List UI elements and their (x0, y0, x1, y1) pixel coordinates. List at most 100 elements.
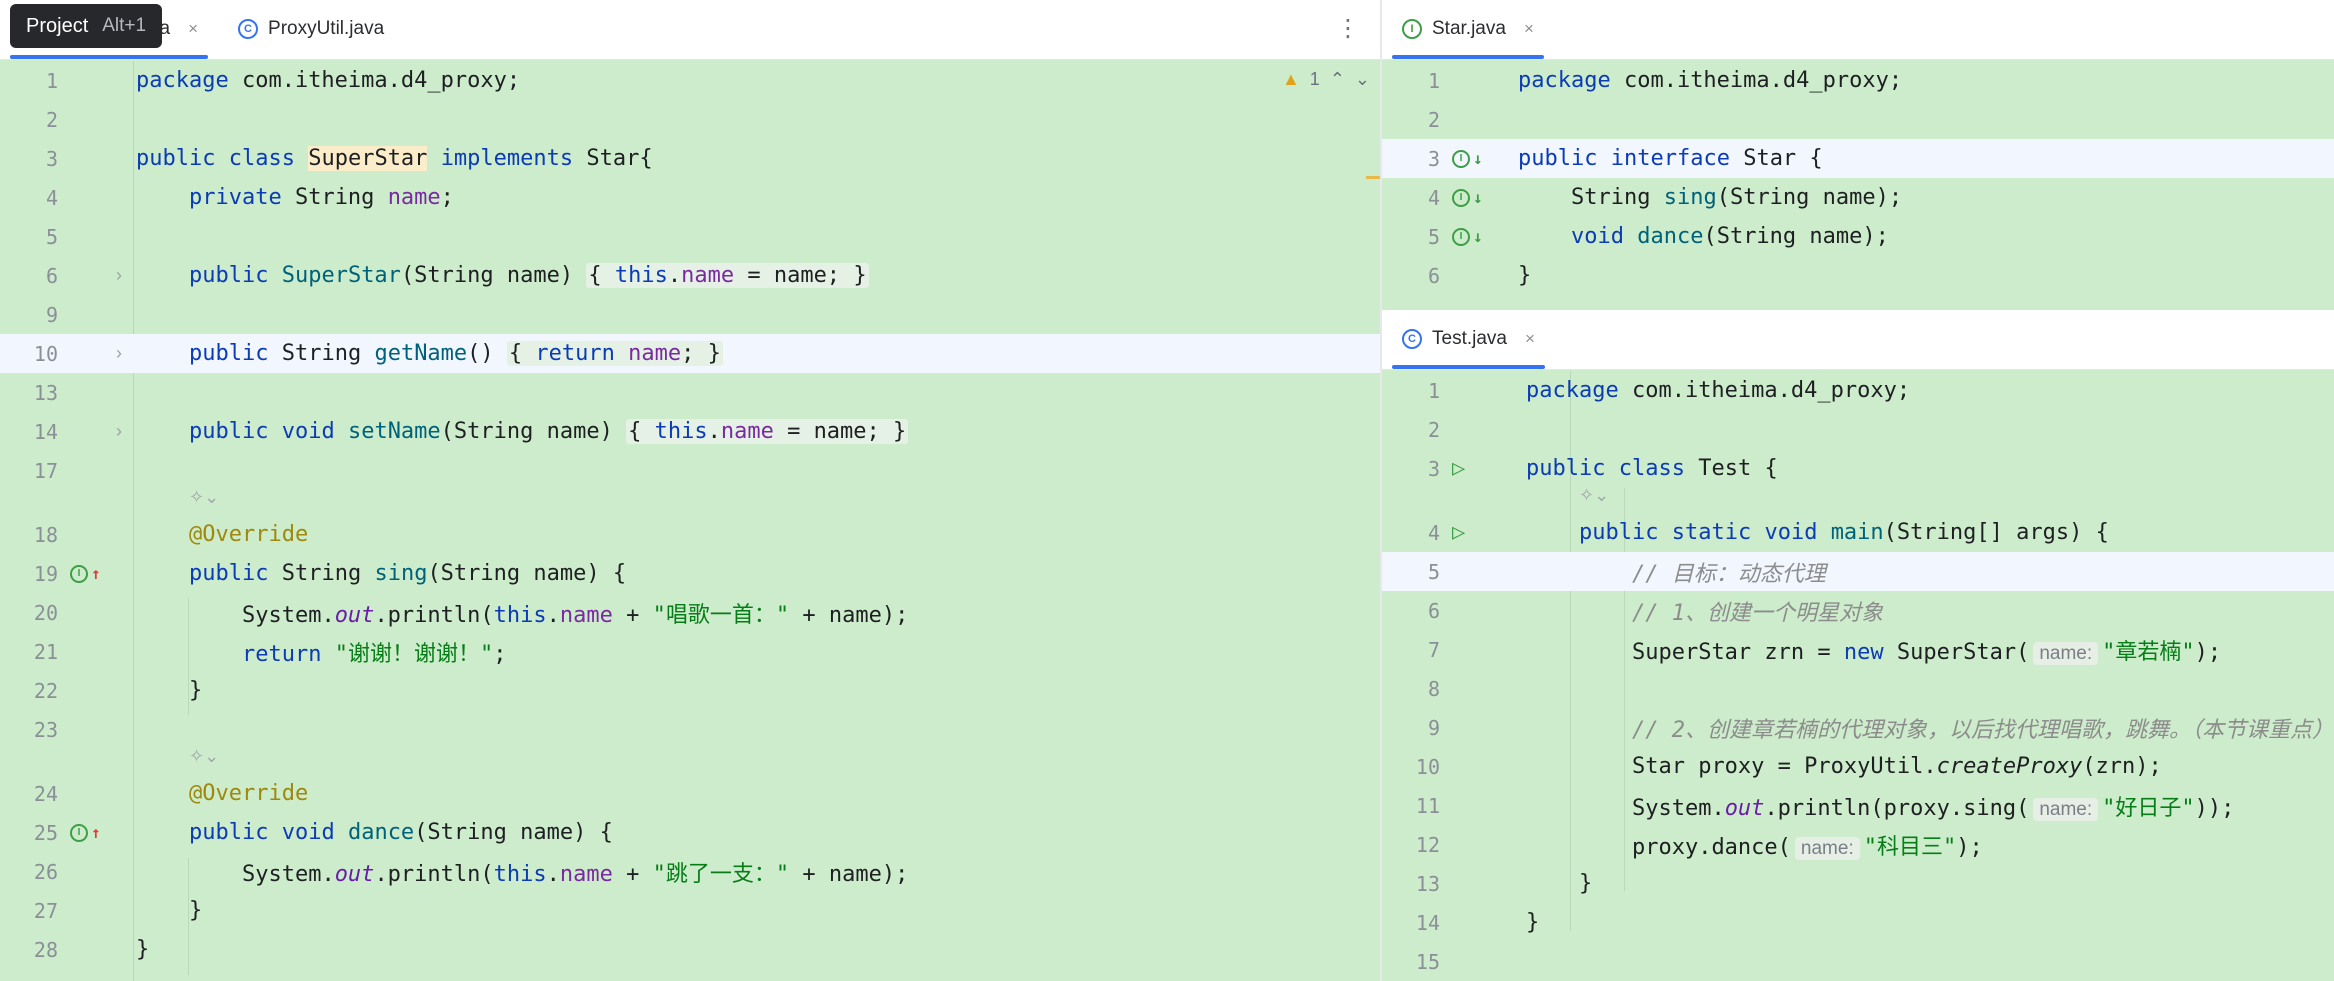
code-editor-star[interactable]: 1 package com.itheima.d4_proxy; 2 3 I ↓ p… (1382, 61, 2334, 310)
code-text: (String name); (1703, 224, 1889, 249)
code-text: . (667, 263, 682, 288)
code-line[interactable]: 19 I ↑ public String sing(String name) { (0, 554, 1380, 593)
editor-pane-superstar[interactable]: va × C ProxyUtil.java ⋮ Project Alt+1 ▲ … (0, 0, 1382, 981)
code-line[interactable]: 8 (1382, 669, 2334, 708)
field: name (387, 185, 441, 210)
ai-assistant-icon[interactable]: ✧⌄ (1579, 485, 1609, 505)
fold-chevron-icon[interactable]: › (116, 421, 122, 442)
close-icon[interactable]: × (1524, 19, 1534, 39)
code-line[interactable]: 1 package com.itheima.d4_proxy; (1382, 371, 2334, 410)
code-line[interactable]: 5 (0, 217, 1380, 256)
code-line[interactable]: 5 I ↓ void dance(String name); (1382, 217, 2334, 256)
code-line[interactable]: 6 } (1382, 256, 2334, 295)
code-line[interactable]: 13 (0, 373, 1380, 412)
fold-chevron-icon[interactable]: › (116, 343, 122, 364)
code-line[interactable]: 4 I ↓ String sing(String name); (1382, 178, 2334, 217)
code-line[interactable]: 11 System.out.println(proxy.sing(name: "好… (1382, 786, 2334, 825)
implemented-icon[interactable]: I (1452, 149, 1470, 168)
code-line[interactable]: 9 // 2、创建章若楠的代理对象，以后找代理唱歌，跳舞。（本节课重点） (1382, 708, 2334, 747)
code-editor-left[interactable]: ▲ 1 ⌃ ⌄ 1 package com.itheima.d4_proxy; … (0, 61, 1380, 981)
tab-star[interactable]: I Star.java × (1382, 0, 1554, 59)
code-line[interactable]: 2 (0, 100, 1380, 139)
more-options-icon[interactable]: ⋮ (1336, 14, 1360, 43)
method-name: sing (1663, 185, 1717, 210)
editor-tabbar-star: I Star.java × (1382, 0, 2334, 60)
code-text: . (546, 602, 560, 628)
code-line[interactable]: 13 } (1382, 864, 2334, 903)
code-text: { (599, 820, 613, 845)
line-number: 1 (1427, 378, 1440, 403)
field: name (720, 419, 774, 444)
close-icon[interactable]: × (1525, 329, 1535, 349)
fold-chevron-icon[interactable]: › (116, 265, 122, 286)
line-number: 11 (1415, 793, 1440, 818)
code-line-current[interactable]: 5 // 目标：动态代理 (1382, 552, 2334, 591)
code-line-current[interactable]: 10 › public String getName() { return na… (0, 334, 1380, 373)
run-icon[interactable]: ▷ (1452, 520, 1465, 545)
folded-region[interactable]: { return name; } (506, 341, 723, 366)
line-number: 20 (33, 600, 58, 625)
code-line[interactable]: 24 @Override (0, 774, 1380, 813)
code-line[interactable]: 27 } (0, 891, 1380, 930)
code-line[interactable]: 25 I ↑ public void dance(String name) { (0, 813, 1380, 852)
code-text: Test { (1684, 456, 1778, 481)
code-line[interactable]: 3 public class SuperStar implements Star… (0, 139, 1380, 178)
ai-assistant-icon[interactable]: ✧⌄ (189, 487, 219, 507)
keyword: package (1526, 378, 1619, 403)
code-line[interactable]: 26 System.out.println(this.name + "跳了一支：… (0, 852, 1380, 891)
code-text: (String name) (414, 820, 600, 845)
implements-method-icon[interactable]: I (70, 823, 88, 842)
package-name: com.itheima.d4_proxy; (1618, 378, 1911, 403)
implements-method-icon[interactable]: I (70, 564, 88, 583)
tab-test[interactable]: C Test.java × (1382, 310, 1555, 369)
string-literal: "科目三" (1863, 834, 1957, 860)
line-number: 10 (1415, 754, 1440, 779)
run-icon[interactable]: ▷ (1452, 456, 1465, 481)
code-line[interactable]: 4 ▷ public static void main(String[] arg… (1382, 513, 2334, 552)
field: name (559, 602, 613, 628)
code-line[interactable]: 2 (1382, 100, 2334, 139)
code-line[interactable]: 7 SuperStar zrn = new SuperStar(name: "章若… (1382, 630, 2334, 669)
keyword: public (188, 341, 269, 366)
code-line[interactable]: 6 › public SuperStar(String name) { this… (0, 256, 1380, 295)
code-text: } (853, 263, 867, 288)
implemented-icon[interactable]: I (1452, 188, 1470, 207)
code-line[interactable]: 1 package com.itheima.d4_proxy; (1382, 61, 2334, 100)
editor-pane-test[interactable]: C Test.java × 1 package com.itheima.d4_p… (1382, 310, 2334, 981)
ai-assistant-icon[interactable]: ✧⌄ (189, 746, 219, 766)
code-editor-test[interactable]: 1 package com.itheima.d4_proxy; 2 3 ▷ pu… (1382, 371, 2334, 981)
code-line[interactable]: 20 System.out.println(this.name + "唱歌一首：… (0, 593, 1380, 632)
code-line[interactable]: 14 › public void setName(String name) { … (0, 412, 1380, 451)
code-line[interactable]: 1 package com.itheima.d4_proxy; (0, 61, 1380, 100)
annotation: @Override (188, 781, 309, 806)
folded-region[interactable]: { this.name = name; } (626, 419, 909, 444)
code-line[interactable]: 12 proxy.dance(name: "科目三"); (1382, 825, 2334, 864)
class-icon: C (238, 19, 259, 39)
code-line[interactable]: 6 // 1、创建一个明星对象 (1382, 591, 2334, 630)
folded-region[interactable]: { this.name = name; } (586, 263, 869, 288)
code-text: { (588, 263, 602, 288)
code-line[interactable]: 28 } (0, 930, 1380, 969)
tab-proxyutil[interactable]: C ProxyUtil.java (218, 0, 404, 59)
code-line[interactable]: 9 (0, 295, 1380, 334)
code-line-current[interactable]: 3 I ↓ public interface Star { (1382, 139, 2334, 178)
close-icon[interactable]: × (188, 19, 198, 39)
line-number: 23 (33, 717, 58, 742)
code-line[interactable]: 22 } (0, 671, 1380, 710)
code-line[interactable]: 10 Star proxy = ProxyUtil.createProxy(zr… (1382, 747, 2334, 786)
editor-pane-star[interactable]: I Star.java × 1 package com.itheima.d4_p… (1382, 0, 2334, 310)
code-text: (String name) (427, 561, 613, 586)
line-number: 10 (33, 341, 58, 366)
code-line[interactable]: 2 (1382, 410, 2334, 449)
code-line[interactable]: 18 @Override (0, 515, 1380, 554)
keyword: this (614, 263, 668, 288)
code-line[interactable]: 21 return "谢谢！谢谢！"; (0, 632, 1380, 671)
code-line[interactable]: 15 (1382, 942, 2334, 981)
keyword: void (281, 419, 335, 444)
implemented-icon[interactable]: I (1452, 227, 1470, 246)
code-line[interactable]: 14 } (1382, 903, 2334, 942)
field: name (681, 263, 735, 288)
tab-label: Test.java (1432, 328, 1507, 349)
gutter: › (58, 421, 136, 442)
code-line[interactable]: 4 private String name; (0, 178, 1380, 217)
